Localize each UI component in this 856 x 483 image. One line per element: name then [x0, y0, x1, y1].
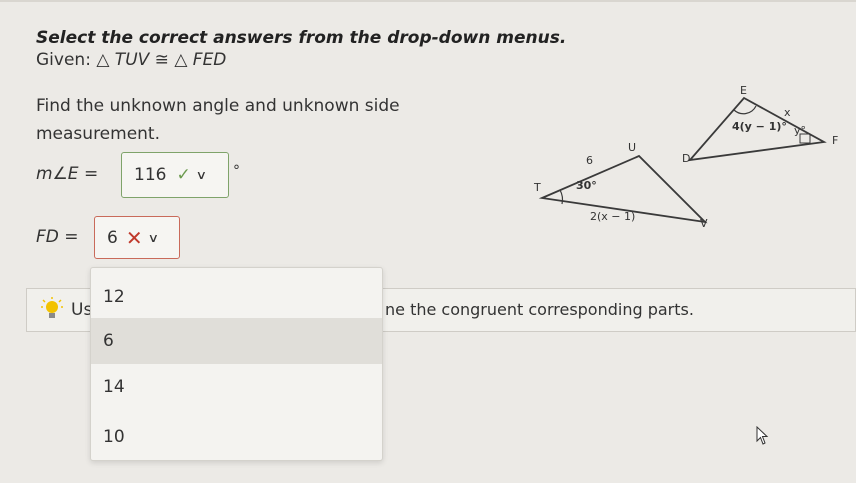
side-ef-label: x [784, 106, 791, 119]
vertex-u: U [628, 141, 636, 154]
vertex-e: E [740, 84, 747, 97]
angle-t-label: 30° [576, 179, 597, 192]
x-mark-icon: ✕ [125, 225, 143, 250]
given-statement: Given: △ TUV ≅ △ FED [36, 50, 226, 70]
option-6[interactable]: 6 [91, 318, 382, 364]
given-prefix: Given: [36, 50, 91, 70]
side-fd-selected-value: 6 [107, 227, 118, 248]
checkmark-icon: ✓ [176, 165, 191, 185]
degree-unit: ° [233, 163, 240, 179]
mouse-cursor-icon [756, 426, 769, 445]
chevron-down-icon: ∨ [195, 168, 207, 182]
triangle-figure: T U V 6 30° 2(x − 1) D E F 4(y − 1)° x y… [533, 84, 838, 230]
vertex-d: D [682, 152, 690, 165]
chevron-down-icon: ∨ [147, 230, 159, 245]
angle-t-arc [559, 189, 564, 205]
top-divider [0, 0, 856, 2]
angle-e-arc [733, 105, 757, 115]
vertex-v: V [700, 217, 708, 230]
option-10[interactable]: 10 [91, 414, 382, 460]
side-tv-label: 2(x − 1) [590, 210, 635, 223]
angle-e-selected-value: 116 [134, 165, 167, 185]
angle-e-label: m∠E = [36, 164, 99, 184]
vertex-t: T [533, 181, 541, 194]
angle-e-label: 4(y − 1)° [732, 120, 787, 133]
hint-text-end: ne the congruent corresponding parts. [385, 300, 694, 319]
side-fd-dropdown[interactable]: 6 ✕ ∨ [94, 216, 180, 259]
given-congruence: △ TUV ≅ △ FED [96, 50, 227, 70]
side-fd-options-list[interactable]: 12 6 14 10 [90, 267, 383, 461]
angle-e-dropdown[interactable]: 116 ✓ ∨ [121, 152, 229, 198]
angle-f-label: y° [794, 124, 806, 137]
task-text: Find the unknown angle and unknown side … [36, 96, 400, 144]
side-tu-label: 6 [586, 154, 593, 167]
instructions-title: Select the correct answers from the drop… [36, 28, 567, 48]
option-12[interactable]: 12 [91, 274, 382, 320]
option-14[interactable]: 14 [91, 364, 382, 410]
vertex-f: F [832, 134, 838, 147]
side-fd-label: FD = [36, 227, 79, 247]
lightbulb-icon [41, 297, 63, 318]
